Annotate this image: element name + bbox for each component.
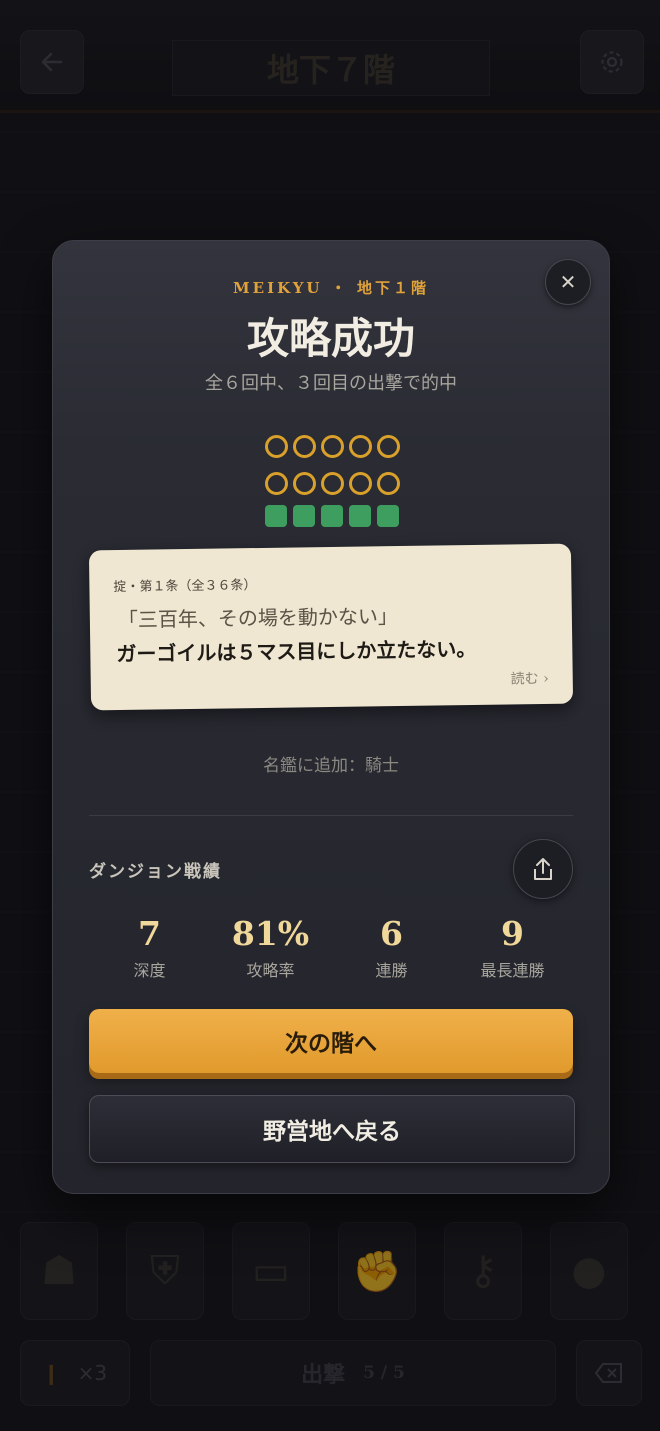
- stat-label: 最長連勝: [480, 961, 545, 980]
- share-button[interactable]: [513, 839, 573, 899]
- attempt-hit-marker: [265, 505, 287, 527]
- codex-added-text: 名鑑に追加：騎士: [263, 756, 399, 776]
- rule-note-card[interactable]: 掟・第１条（全３６条） 「三百年、その場を動かない」 ガーゴイルは５マス目にしか…: [88, 543, 574, 711]
- stat-best-streak: 9 最長連勝: [452, 913, 573, 981]
- result-modal: ✕ MEIKYU ・ 地下１階 攻略成功 全６回中、３回目の出撃で的中 掟・第１…: [52, 240, 610, 1194]
- stat-clear-rate: 81% 攻略率: [210, 913, 331, 981]
- attempt-ring-marker: [321, 435, 344, 458]
- stats-section-label: ダンジョン戦績: [89, 862, 222, 882]
- share-icon: [534, 858, 552, 880]
- dungeon-floor-eyebrow: MEIKYU ・ 地下１階: [233, 279, 429, 297]
- attempt-ring-marker: [293, 435, 316, 458]
- attempt-hit-marker: [377, 505, 399, 527]
- stat-value: 9: [501, 914, 524, 953]
- note-rule-number: 掟・第１条（全３６条）: [113, 578, 257, 596]
- attempt-ring-marker: [265, 472, 288, 495]
- stat-label: 深度: [133, 961, 166, 980]
- attempt-hit-marker: [293, 505, 315, 527]
- attempt-ring-marker: [265, 435, 288, 458]
- stat-win-streak: 6 連勝: [331, 913, 452, 981]
- attempt-hit-marker: [321, 505, 343, 527]
- attempt-ring-marker: [321, 472, 344, 495]
- stat-value: 6: [380, 914, 403, 953]
- attempt-ring-marker: [293, 472, 316, 495]
- attempt-ring-marker: [377, 435, 400, 458]
- attempt-ring-marker: [377, 472, 400, 495]
- return-to-camp-button[interactable]: 野営地へ戻る: [89, 1095, 575, 1163]
- next-floor-button[interactable]: 次の階へ: [89, 1009, 573, 1073]
- note-quote: 「三百年、その場を動かない」: [117, 604, 399, 632]
- stat-label: 連勝: [375, 961, 408, 980]
- result-title: 攻略成功: [246, 314, 415, 363]
- attempt-ring-marker: [349, 472, 372, 495]
- stat-depth: 7 深度: [89, 913, 210, 981]
- read-more-link[interactable]: 読む ›: [511, 668, 549, 689]
- section-divider: [89, 815, 573, 816]
- stat-value: 81%: [231, 914, 310, 953]
- attempt-ring-marker: [349, 435, 372, 458]
- stats-row: 7 深度 81% 攻略率 6 連勝 9 最長連勝: [89, 913, 573, 981]
- result-subtitle: 全６回中、３回目の出撃で的中: [205, 373, 457, 394]
- stat-label: 攻略率: [246, 961, 295, 980]
- note-rule-text: ガーゴイルは５マス目にしか立たない。: [116, 636, 477, 666]
- stat-value: 7: [138, 914, 161, 953]
- attempt-hit-marker: [349, 505, 371, 527]
- attempt-grid: [265, 435, 400, 527]
